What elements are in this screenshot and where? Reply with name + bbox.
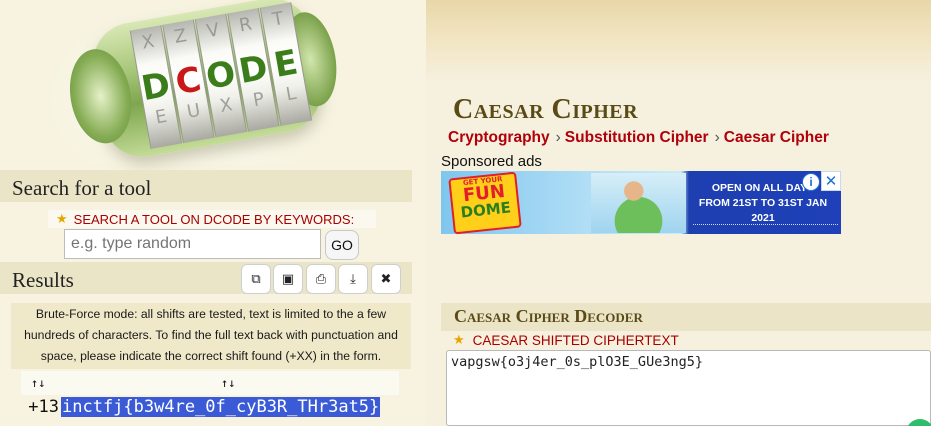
dcode-logo[interactable]: X D E Z C U V O X R D P T E L [42, 0, 344, 165]
copy-button[interactable]: ⧉ [241, 264, 271, 294]
sponsored-label: Sponsored ads [441, 153, 542, 170]
sort-text-icon[interactable]: ↑↓ [221, 376, 235, 390]
ad-close-icon[interactable]: ✕ [821, 171, 841, 191]
copy-icon: ⧉ [251, 271, 261, 287]
save-icon: ▣ [281, 271, 295, 287]
close-icon: ✖ [380, 271, 392, 287]
star-icon: ★ [453, 332, 465, 347]
sort-shift-icon[interactable]: ↑↓ [31, 376, 45, 390]
download-button[interactable]: ⤓ [338, 264, 368, 294]
star-icon: ★ [56, 211, 68, 226]
left-column: X D E Z C U V O X R D P T E L Search for… [0, 0, 426, 426]
decoder-section-header: Caesar Cipher Decoder [441, 303, 931, 331]
search-section-header: Search for a tool [0, 170, 412, 202]
breadcrumb-link-cryptography[interactable]: Cryptography [448, 129, 550, 146]
ciphertext-label: ★ CAESAR SHIFTED CIPHERTEXT [453, 332, 679, 348]
table-row[interactable]: +13 inctfj{b3w4re_0f_cyB3R_THr3at5} [21, 397, 399, 421]
search-input[interactable] [64, 229, 321, 259]
go-button[interactable]: GO [325, 230, 359, 260]
breadcrumb-separator: › [714, 129, 720, 146]
ad-info-icon[interactable]: i [802, 173, 820, 191]
decoded-text[interactable]: inctfj{b3w4re_0f_cyB3R_THr3at5} [61, 397, 381, 417]
close-results-button[interactable]: ✖ [371, 264, 401, 294]
shift-value: +13 [28, 397, 59, 417]
breadcrumb: Cryptography › Substitution Cipher › Caesar … [448, 129, 829, 147]
page-title: Caesar Cipher [453, 94, 639, 125]
ciphertext-input[interactable]: vapgsw{o3j4er_0s_plO3E_GUe3ng5} [446, 350, 931, 426]
results-table-header: ↑↓ ↑↓ [21, 371, 399, 395]
breadcrumb-link-caesar[interactable]: Caesar Cipher [724, 129, 829, 146]
print-icon: ⎙ [315, 271, 327, 287]
save-button[interactable]: ▣ [273, 264, 303, 294]
ad-banner[interactable]: GET YOUR FUN DOME OPEN ON ALL DAYS FROM … [441, 171, 841, 235]
breadcrumb-separator: › [555, 129, 561, 146]
breadcrumb-link-substitution[interactable]: Substitution Cipher [565, 129, 709, 146]
ad-fundome-badge: GET YOUR FUN DOME [448, 171, 522, 235]
keywords-label: ★ SEARCH A TOOL ON DCODE BY KEYWORDS: [48, 210, 376, 228]
ad-photo [591, 173, 686, 233]
brute-force-note: Brute-Force mode: all shifts are tested,… [11, 303, 411, 369]
print-button[interactable]: ⎙ [306, 264, 336, 294]
download-icon: ⤓ [350, 271, 356, 287]
